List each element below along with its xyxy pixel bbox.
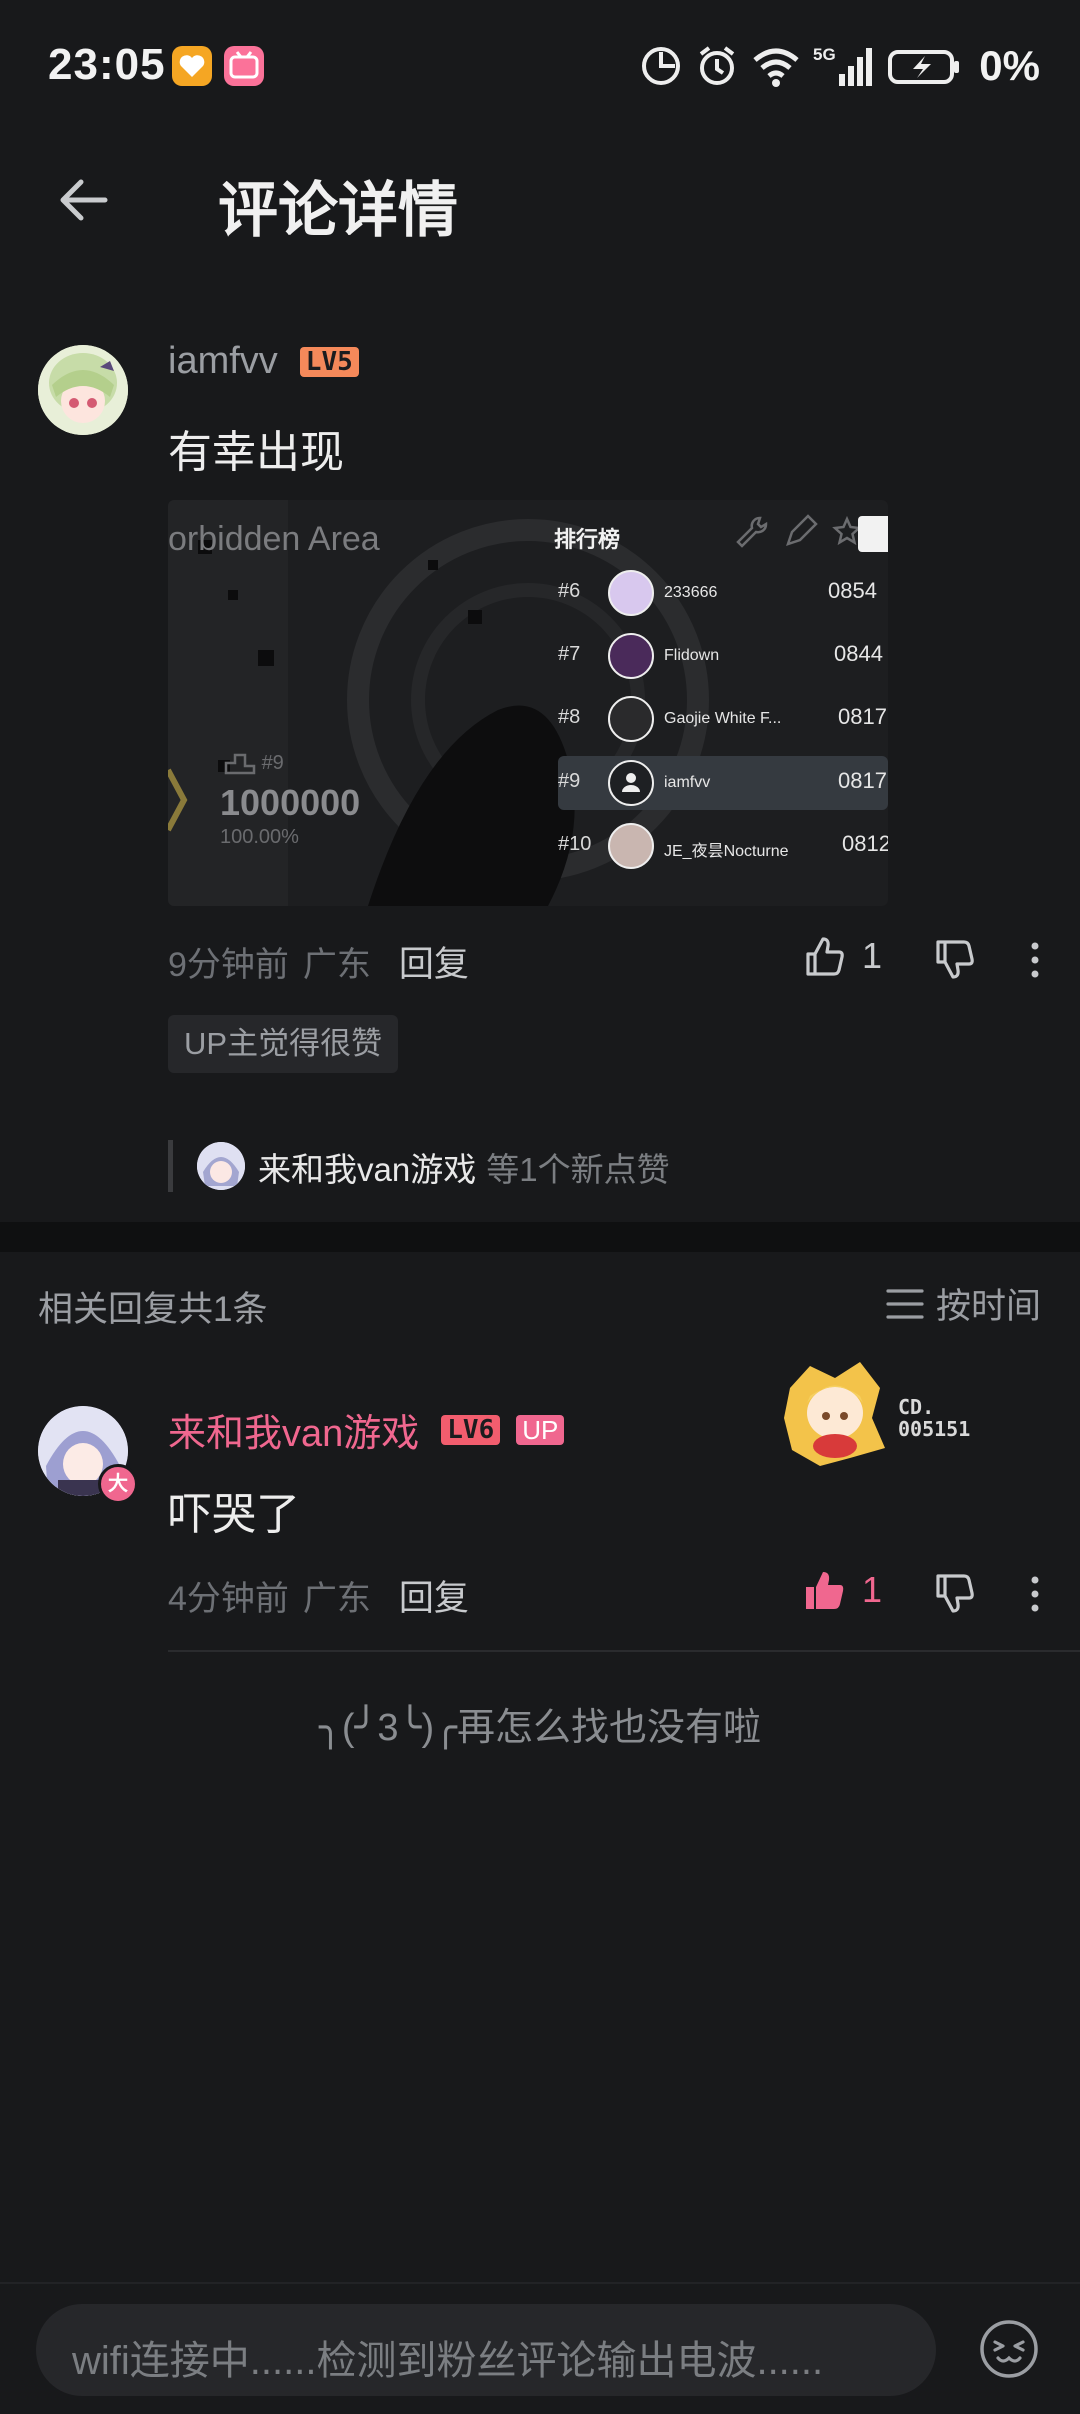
level-badge: LV5 <box>299 346 359 377</box>
arrow-left-icon <box>60 179 108 221</box>
vip-badge: 大 <box>98 1464 138 1504</box>
reply-button[interactable]: 回复 <box>399 1570 469 1621</box>
leaderboard-row: #9 iamfvv 0817 <box>558 758 888 808</box>
section-divider <box>0 1222 1080 1252</box>
leaderboard-tab <box>858 516 888 552</box>
like-button[interactable]: 1 <box>802 1568 882 1612</box>
pencil-icon <box>786 514 818 546</box>
more-menu-button[interactable] <box>1020 1574 1050 1619</box>
signal-5g-icon: 5G <box>813 45 873 86</box>
anime-character-sticker-icon <box>784 1362 885 1466</box>
level-badge: LV6 <box>441 1414 501 1445</box>
leaderboard-row: #10 JE_夜昙Nocturne 0812 <box>558 821 888 871</box>
comment-username[interactable]: iamfvv <box>168 340 278 383</box>
thumbs-down-icon <box>936 1574 974 1613</box>
anime-avatar-icon <box>197 1142 245 1190</box>
comment-time: 9分钟前 <box>168 946 289 984</box>
leaderboard-row: #8 Gaojie White F... 0817 <box>558 694 888 744</box>
up-liked-tag: UP主觉得很赞 <box>168 1015 399 1073</box>
heart-app-icon <box>172 46 212 86</box>
reply-divider <box>168 1650 1080 1652</box>
page-title: 评论详情 <box>218 177 458 244</box>
leaderboard-row: #7 Flidown 0844 <box>558 631 888 681</box>
liker-name: 来和我van游戏 <box>258 1151 477 1188</box>
likers-suffix: 等1个新点赞 <box>486 1151 670 1188</box>
player-avatar <box>608 570 654 616</box>
dislike-button[interactable] <box>932 1572 976 1621</box>
fan-card-image <box>780 1358 890 1468</box>
comment-avatar[interactable] <box>38 345 128 435</box>
more-menu-button[interactable] <box>1020 940 1050 985</box>
battery-percent: 0% <box>979 42 1040 89</box>
status-icons: 5G 0% <box>639 42 1040 90</box>
status-bar: 23:05 5G 0% <box>0 0 1080 135</box>
score-value: 1000000 <box>220 782 361 823</box>
bilibili-app-icon <box>224 46 264 86</box>
player-avatar <box>608 823 654 869</box>
accuracy-value: 100.00% <box>220 826 299 848</box>
comment-meta: 9分钟前 广东 回复 <box>168 936 469 987</box>
leaderboard-title: 排行榜 <box>554 527 621 552</box>
player-avatar <box>608 760 654 806</box>
svg-text:5G: 5G <box>813 45 836 64</box>
back-button[interactable] <box>55 170 115 230</box>
more-vertical-icon <box>1031 1576 1039 1612</box>
podium-icon <box>224 753 256 774</box>
reply-text: 吓哭了 <box>168 1490 300 1539</box>
thumbs-up-filled-icon <box>806 1572 844 1609</box>
fan-card-number: CD. 005151 <box>898 1395 971 1441</box>
thumbs-up-icon <box>806 937 844 976</box>
reply-meta: 4分钟前 广东 回复 <box>168 1570 469 1621</box>
likers-divider <box>168 1140 173 1192</box>
like-count: 1 <box>862 935 883 976</box>
reply-time: 4分钟前 <box>168 1580 289 1618</box>
comment-location: 广东 <box>302 946 371 984</box>
wrench-icon <box>736 516 768 548</box>
status-time: 23:05 <box>48 40 166 89</box>
wifi-icon <box>753 48 799 87</box>
comment-input-placeholder: wifi连接中......检测到粉丝评论输出电波...... <box>72 2339 824 2383</box>
up-badge: UP <box>516 1414 565 1445</box>
reply-user-row: 来和我van游戏 LV6 UP <box>168 1402 565 1457</box>
thumbs-down-icon <box>936 940 974 979</box>
song-title: orbidden Area <box>168 520 380 558</box>
alarm-icon <box>700 46 735 85</box>
dislike-button[interactable] <box>932 938 976 987</box>
like-button[interactable]: 1 <box>802 934 882 978</box>
end-of-list-note: ╮(╯3╰)╭再怎么找也没有啦 <box>319 1707 761 1749</box>
comment-image[interactable]: orbidden Area #9 1000000 100.00% 排行榜 #6 … <box>168 500 888 906</box>
user-icon <box>622 773 640 792</box>
like-count: 1 <box>862 1569 883 1610</box>
reply-location: 广东 <box>302 1580 371 1618</box>
comment-input-bar: wifi连接中......检测到粉丝评论输出电波...... <box>0 2282 1080 2414</box>
leaderboard-row: #6 233666 0854 <box>558 568 888 618</box>
data-saver-icon <box>642 47 681 85</box>
emoji-icon <box>980 2320 1038 2378</box>
comment-user-row: iamfvv LV5 <box>168 340 359 383</box>
sort-button[interactable]: 按时间 <box>886 1278 1041 1329</box>
liker-avatar[interactable] <box>197 1142 245 1190</box>
list-sort-icon <box>886 1288 924 1319</box>
reply-username[interactable]: 来和我van游戏 <box>168 1402 419 1457</box>
emoji-button[interactable] <box>978 2318 1040 2385</box>
likers-summary[interactable]: 来和我van游戏 等1个新点赞 <box>258 1143 670 1191</box>
player-avatar <box>608 696 654 742</box>
battery-charging-icon <box>888 50 960 84</box>
comment-text: 有幸出现 <box>168 428 344 477</box>
more-vertical-icon <box>1031 942 1039 978</box>
player-avatar <box>608 633 654 679</box>
reply-avatar[interactable]: 大 <box>38 1406 138 1504</box>
top-bar: 评论详情 <box>0 140 1080 260</box>
sort-label: 按时间 <box>936 1287 1042 1326</box>
replies-count-header: 相关回复共1条 <box>38 1290 268 1329</box>
anime-girl-avatar-icon <box>38 345 128 435</box>
rank-mark: #9 <box>224 752 284 775</box>
reply-button[interactable]: 回复 <box>399 936 469 987</box>
